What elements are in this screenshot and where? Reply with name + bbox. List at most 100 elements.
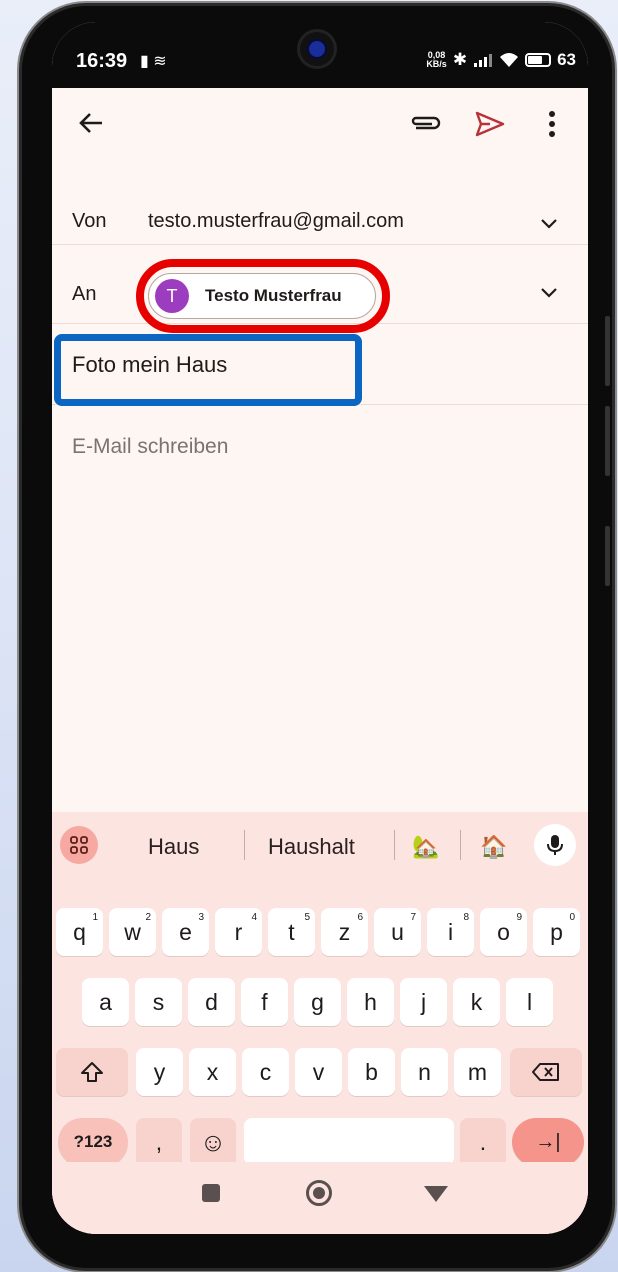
key-number-hint: 2 <box>145 912 151 923</box>
period-key[interactable]: . <box>460 1118 506 1166</box>
subject-field[interactable]: Foto mein Haus <box>72 352 227 378</box>
power-button <box>605 526 610 586</box>
suggestion-strip: Haus Haushalt 🏡 🏠 <box>52 812 588 876</box>
key-i[interactable]: i8 <box>427 908 474 956</box>
key-number-hint: 1 <box>92 912 98 923</box>
chevron-down-icon[interactable] <box>540 287 558 299</box>
recipient-chip[interactable]: T Testo Musterfrau <box>148 273 376 319</box>
system-nav-bar <box>52 1162 588 1234</box>
subject-row[interactable]: Foto mein Haus <box>52 324 588 406</box>
emoji-key[interactable]: ☺ <box>190 1118 236 1166</box>
to-label: An <box>72 283 97 305</box>
from-label: Von <box>72 210 107 232</box>
key-s[interactable]: s <box>135 978 182 1026</box>
attachment-icon[interactable] <box>408 112 442 134</box>
gmail-compose: Von testo.musterfrau@gmail.com An T Test… <box>52 88 588 485</box>
space-key[interactable] <box>244 1118 454 1166</box>
key-number-hint: 5 <box>304 912 310 923</box>
grid-icon <box>70 836 88 854</box>
recipient-name: Testo Musterfrau <box>205 286 342 305</box>
key-letter: p <box>550 919 563 945</box>
key-g[interactable]: g <box>294 978 341 1026</box>
more-vert-icon[interactable] <box>548 110 556 138</box>
back-arrow-icon[interactable] <box>76 108 106 138</box>
status-time: 16:39 <box>76 50 128 72</box>
from-address[interactable]: testo.musterfrau@gmail.com <box>148 210 404 233</box>
key-t[interactable]: t5 <box>268 908 315 956</box>
key-e[interactable]: e3 <box>162 908 209 956</box>
shift-key[interactable] <box>56 1048 128 1096</box>
shift-icon <box>81 1062 103 1082</box>
key-number-hint: 7 <box>410 912 416 923</box>
send-icon[interactable] <box>474 110 506 138</box>
recents-button[interactable] <box>202 1184 220 1202</box>
key-f[interactable]: f <box>241 978 288 1026</box>
volume-button <box>605 406 610 476</box>
keyboard-apps-button[interactable] <box>60 826 98 864</box>
suggestion-item[interactable]: 🏡 <box>412 834 439 860</box>
network-speed-unit: KB/s <box>426 59 447 69</box>
key-h[interactable]: h <box>347 978 394 1026</box>
key-letter: e <box>179 919 192 945</box>
key-q[interactable]: q1 <box>56 908 103 956</box>
key-letter: r <box>234 919 243 945</box>
battery-level: 63 <box>557 50 576 69</box>
key-number-hint: 3 <box>198 912 204 923</box>
key-number-hint: 9 <box>516 912 522 923</box>
battery-icon <box>525 53 552 67</box>
key-d[interactable]: d <box>188 978 235 1026</box>
microphone-button[interactable] <box>534 824 576 866</box>
key-a[interactable]: a <box>82 978 129 1026</box>
front-camera <box>300 32 334 66</box>
body-row[interactable]: E-Mail schreiben <box>52 405 588 485</box>
phone-screen: 16:39 ▮ ≋ 0,08 KB/s ✱ 63 Von testo.muste… <box>52 22 588 1234</box>
volume-button <box>605 316 610 386</box>
key-x[interactable]: x <box>189 1048 236 1096</box>
key-v[interactable]: v <box>295 1048 342 1096</box>
key-w[interactable]: w2 <box>109 908 156 956</box>
key-letter: u <box>391 919 404 945</box>
key-letter: w <box>124 919 141 945</box>
body-field[interactable]: E-Mail schreiben <box>72 435 228 459</box>
key-c[interactable]: c <box>242 1048 289 1096</box>
key-y[interactable]: y <box>136 1048 183 1096</box>
microphone-icon <box>547 835 563 855</box>
key-b[interactable]: b <box>348 1048 395 1096</box>
compose-toolbar <box>52 88 588 168</box>
enter-key[interactable]: →| <box>512 1118 584 1166</box>
avatar: T <box>155 279 189 313</box>
key-number-hint: 4 <box>251 912 257 923</box>
suggestion-divider <box>460 830 461 860</box>
key-letter: t <box>288 919 295 945</box>
suggestion-divider <box>394 830 395 860</box>
key-n[interactable]: n <box>401 1048 448 1096</box>
suggestion-item[interactable]: Haushalt <box>268 834 355 860</box>
key-k[interactable]: k <box>453 978 500 1026</box>
status-bar: 16:39 ▮ ≋ 0,08 KB/s ✱ 63 <box>52 22 588 88</box>
suggestion-item[interactable]: 🏠 <box>480 834 507 860</box>
chevron-down-icon[interactable] <box>540 218 558 230</box>
back-button[interactable] <box>424 1186 448 1202</box>
backspace-key[interactable] <box>510 1048 582 1096</box>
backspace-icon <box>532 1063 559 1081</box>
from-row[interactable]: Von testo.musterfrau@gmail.com <box>52 168 588 245</box>
signal-icon <box>474 54 493 67</box>
key-p[interactable]: p0 <box>533 908 580 956</box>
key-m[interactable]: m <box>454 1048 501 1096</box>
suggestion-item[interactable]: Haus <box>148 834 199 860</box>
key-u[interactable]: u7 <box>374 908 421 956</box>
notification-icons: ▮ ≋ <box>140 53 167 70</box>
key-letter: z <box>338 919 351 945</box>
home-button[interactable] <box>306 1180 332 1206</box>
to-row[interactable]: An T Testo Musterfrau <box>52 245 588 333</box>
key-o[interactable]: o9 <box>480 908 527 956</box>
network-speed: 0,08 KB/s <box>426 51 447 69</box>
key-z[interactable]: z6 <box>321 908 368 956</box>
key-number-hint: 8 <box>463 912 469 923</box>
key-j[interactable]: j <box>400 978 447 1026</box>
symbols-key[interactable]: ?123 <box>58 1118 128 1166</box>
key-r[interactable]: r4 <box>215 908 262 956</box>
comma-key[interactable]: , <box>136 1118 182 1166</box>
key-number-hint: 0 <box>569 912 575 923</box>
key-l[interactable]: l <box>506 978 553 1026</box>
